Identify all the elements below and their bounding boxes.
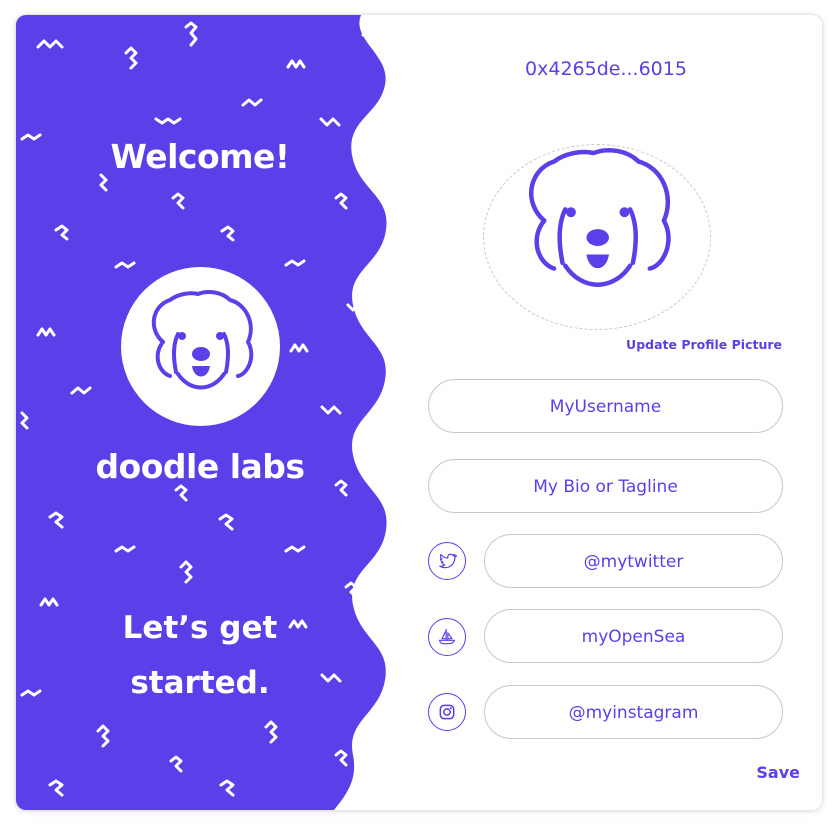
save-button[interactable]: Save <box>756 763 800 782</box>
onboarding-card: Welcome! doodle labs Let’s get started. <box>16 15 822 810</box>
welcome-heading: Welcome! <box>110 137 290 176</box>
bio-input[interactable]: My Bio or Tagline <box>428 459 783 513</box>
update-profile-picture-link[interactable]: Update Profile Picture <box>626 337 782 352</box>
brand-name: doodle labs <box>95 447 305 486</box>
opensea-input[interactable]: myOpenSea <box>484 609 783 663</box>
brand-logo <box>121 267 280 426</box>
username-input[interactable]: MyUsername <box>428 379 783 433</box>
tagline-line-2: started. <box>130 665 270 701</box>
instagram-input[interactable]: @myinstagram <box>484 685 783 739</box>
wallet-address: 0x4265de...6015 <box>525 58 687 80</box>
brand-panel: Welcome! doodle labs Let’s get started. <box>16 15 396 810</box>
tagline-line-1: Let’s get <box>122 610 278 646</box>
instagram-icon <box>428 693 466 731</box>
opensea-icon <box>428 618 466 656</box>
dog-face-icon <box>151 290 254 390</box>
profile-picture[interactable] <box>483 144 711 330</box>
twitter-icon <box>428 542 466 580</box>
twitter-input[interactable]: @mytwitter <box>484 534 783 588</box>
tagline: Let’s get started. <box>16 601 384 711</box>
dog-face-icon <box>528 148 671 287</box>
